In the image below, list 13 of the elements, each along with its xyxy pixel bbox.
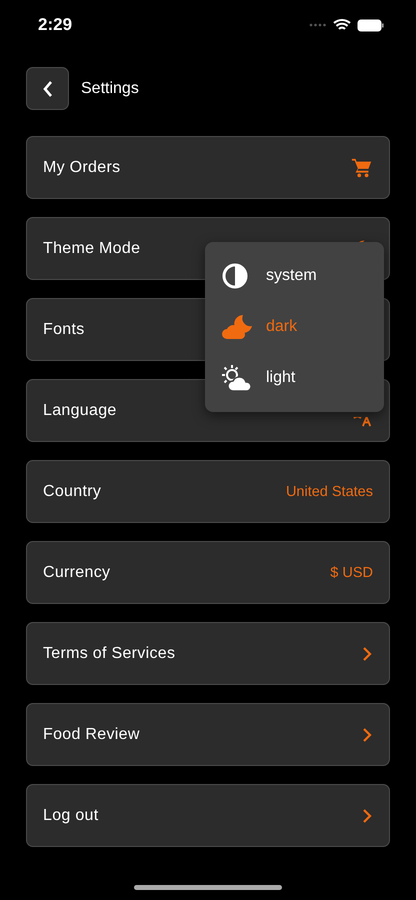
row-value: $ USD [330, 564, 373, 580]
status-time: 2:29 [38, 15, 72, 35]
row-label: Fonts [43, 320, 85, 338]
row-label: My Orders [43, 158, 120, 176]
row-label: Terms of Services [43, 644, 176, 662]
row-value: United States [286, 484, 373, 500]
row-label: Language [43, 402, 117, 420]
row-label: Log out [43, 806, 98, 824]
page-title: Settings [81, 80, 139, 98]
row-label: Country [43, 482, 102, 500]
row-label: Currency [43, 564, 110, 582]
row-label: Theme Mode [43, 240, 140, 258]
row-label: Food Review [43, 726, 140, 744]
